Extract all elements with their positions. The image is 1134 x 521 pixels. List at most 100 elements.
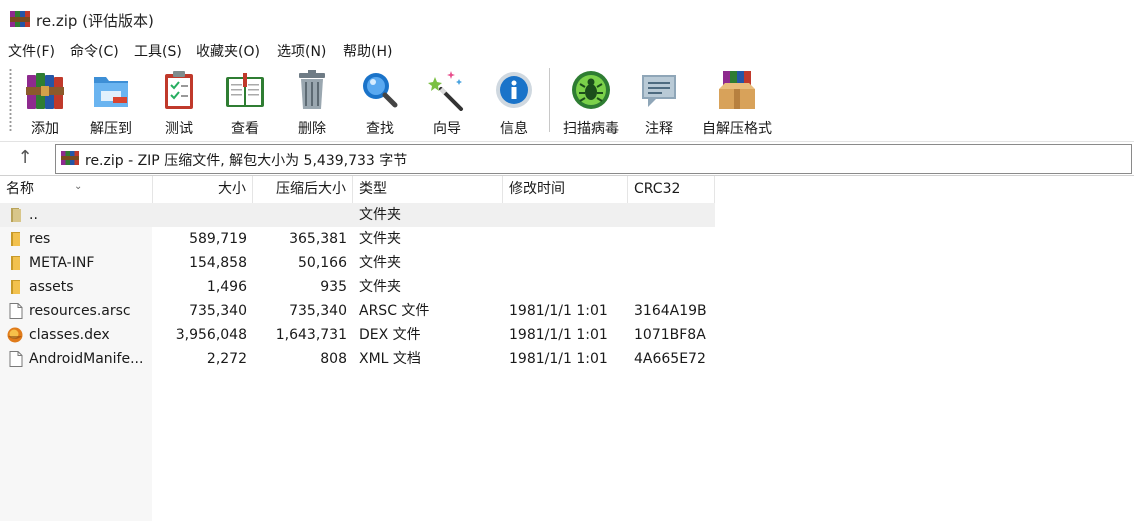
folder-icon [11, 280, 20, 294]
file-name: META-INF [29, 255, 95, 271]
file-crc: 4A665E72 [634, 351, 706, 367]
file-size [153, 203, 247, 227]
file-packed: 1,643,731 [275, 327, 347, 343]
file-crc: 3164A19B [634, 303, 707, 319]
arrow-up-icon: ↑ [17, 147, 33, 168]
folder-up-icon [11, 208, 21, 222]
address-field[interactable]: re.zip - ZIP 压缩文件, 解包大小为 5,439,733 字节 [55, 144, 1132, 174]
file-size: 735,340 [189, 303, 247, 319]
file-list: 名称 ⌄ 大小 压缩后大小 类型 修改时间 CRC32 .. 文件夹 res 5… [0, 175, 1134, 521]
test-clipboard-icon [165, 71, 193, 109]
column-header-row: 名称 ⌄ 大小 压缩后大小 类型 修改时间 CRC32 [0, 176, 715, 203]
file-modified: 1981/1/1 1:01 [509, 303, 608, 319]
file-crc: 1071BF8A [634, 327, 706, 343]
virus-scan-icon [572, 71, 610, 109]
table-row[interactable]: res 589,719 365,381 文件夹 [0, 227, 715, 251]
file-name: .. [29, 207, 38, 223]
address-text: re.zip - ZIP 压缩文件, 解包大小为 5,439,733 字节 [85, 153, 408, 169]
column-header-crc[interactable]: CRC32 [628, 176, 715, 203]
add-archive-icon [26, 73, 64, 109]
view-button[interactable]: 查看 [214, 66, 276, 137]
file-packed: 808 [320, 351, 347, 367]
file-modified [509, 203, 624, 227]
extract-folder-icon [94, 77, 128, 107]
address-bar: ↑ re.zip - ZIP 压缩文件, 解包大小为 5,439,733 字节 [0, 141, 1134, 175]
column-header-type[interactable]: 类型 [353, 176, 503, 203]
file-name: AndroidManife... [29, 351, 144, 367]
comment-icon [642, 75, 676, 107]
table-row[interactable]: .. 文件夹 [0, 203, 715, 227]
column-header-size[interactable]: 大小 [153, 176, 253, 203]
up-one-level-button[interactable]: ↑ [12, 146, 38, 172]
file-modified: 1981/1/1 1:01 [509, 327, 608, 343]
file-type: ARSC 文件 [359, 303, 430, 319]
title-bar: re.zip (评估版本) [0, 0, 1134, 38]
table-row[interactable]: AndroidManife... 2,272 808 XML 文档 1981/1… [0, 347, 715, 371]
table-row[interactable]: resources.arsc 735,340 735,340 ARSC 文件 1… [0, 299, 715, 323]
table-row[interactable]: assets 1,496 935 文件夹 [0, 275, 715, 299]
file-icon [9, 351, 23, 367]
file-crc [634, 227, 714, 251]
test-button[interactable]: 测试 [148, 66, 210, 137]
table-row[interactable]: META-INF 154,858 50,166 文件夹 [0, 251, 715, 275]
file-packed: 735,340 [289, 303, 347, 319]
sfx-button[interactable]: 自解压格式 [702, 66, 772, 137]
info-button[interactable]: 信息 [483, 66, 545, 137]
file-name: resources.arsc [29, 303, 131, 319]
menu-help[interactable]: 帮助(H) [343, 41, 392, 61]
winrar-books-icon [61, 151, 79, 165]
file-size: 1,496 [206, 279, 247, 295]
file-type: 文件夹 [359, 255, 401, 271]
add-button[interactable]: 添加 [14, 66, 76, 137]
file-packed: 365,381 [289, 231, 347, 247]
file-crc [634, 203, 714, 227]
comment-button[interactable]: 注释 [628, 66, 690, 137]
toolbar: 添加 解压到 测试 查看 删除 查找 向导 信息 扫描病毒 注释 自解压格式 [0, 62, 1134, 140]
file-name: res [29, 231, 51, 247]
dex-file-icon [7, 327, 23, 343]
file-crc [634, 275, 714, 299]
info-icon [496, 72, 532, 108]
file-modified: 1981/1/1 1:01 [509, 351, 608, 367]
sort-chevron-icon: ⌄ [74, 181, 83, 192]
menu-bar: 文件(F) 命令(C) 工具(S) 收藏夹(O) 选项(N) 帮助(H) [0, 38, 1134, 62]
folder-icon [11, 256, 20, 270]
column-header-modified[interactable]: 修改时间 [503, 176, 628, 203]
wizard-button[interactable]: 向导 [416, 66, 478, 137]
file-size: 154,858 [189, 255, 247, 271]
column-header-packed[interactable]: 压缩后大小 [253, 176, 353, 203]
extract-to-button[interactable]: 解压到 [80, 66, 142, 137]
file-type: 文件夹 [359, 279, 401, 295]
file-crc [634, 251, 714, 275]
column-header-name[interactable]: 名称 ⌄ [0, 176, 153, 203]
file-modified [509, 227, 624, 251]
menu-options[interactable]: 选项(N) [277, 41, 326, 61]
file-size: 2,272 [206, 351, 247, 367]
menu-file[interactable]: 文件(F) [8, 41, 55, 61]
file-packed: 50,166 [298, 255, 347, 271]
virus-scan-button[interactable]: 扫描病毒 [560, 66, 622, 137]
menu-commands[interactable]: 命令(C) [70, 41, 119, 61]
delete-button[interactable]: 删除 [281, 66, 343, 137]
trash-icon [299, 70, 325, 109]
wizard-wand-icon [428, 71, 463, 111]
file-icon [9, 303, 23, 319]
file-modified [509, 275, 624, 299]
menu-favorites[interactable]: 收藏夹(O) [196, 41, 260, 61]
view-book-icon [226, 73, 264, 107]
file-type: DEX 文件 [359, 327, 421, 343]
file-type: XML 文档 [359, 351, 421, 367]
file-packed: 935 [320, 279, 347, 295]
sfx-box-icon [719, 71, 755, 109]
menu-tools[interactable]: 工具(S) [134, 41, 182, 61]
winrar-books-icon [10, 11, 30, 27]
table-row[interactable]: classes.dex 3,956,048 1,643,731 DEX 文件 1… [0, 323, 715, 347]
file-type: 文件夹 [359, 231, 401, 247]
folder-icon [11, 232, 20, 246]
file-size: 589,719 [189, 231, 247, 247]
file-name: classes.dex [29, 327, 110, 343]
find-magnifier-icon [363, 73, 398, 108]
file-size: 3,956,048 [175, 327, 247, 343]
file-type: 文件夹 [359, 207, 401, 223]
find-button[interactable]: 查找 [349, 66, 411, 137]
